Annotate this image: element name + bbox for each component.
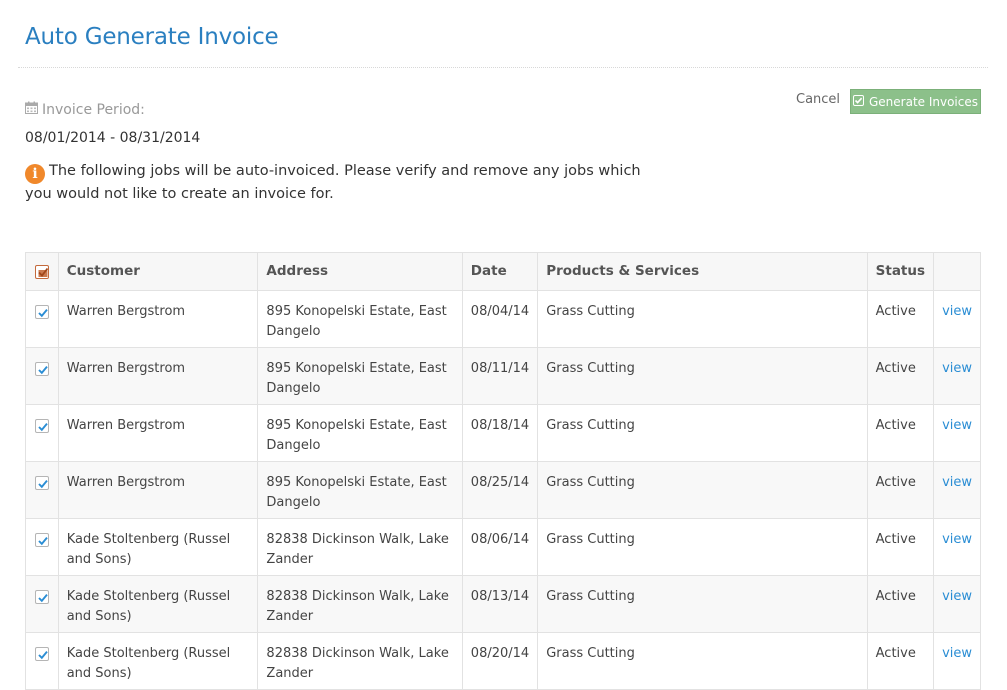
cell-date: 08/18/14 <box>461 404 539 462</box>
row-checkbox[interactable] <box>35 647 49 661</box>
auto-invoice-notice: i The following jobs will be auto-invoice… <box>25 161 665 205</box>
generate-invoices-button[interactable]: Generate Invoices <box>850 89 981 114</box>
column-header-products[interactable]: Products & Services <box>537 252 868 291</box>
check-square-icon <box>852 94 869 109</box>
cell-address: 895 Konopelski Estate, East Dangelo <box>257 404 463 462</box>
cell-actions: view <box>933 461 981 519</box>
row-checkbox-cell <box>25 575 59 633</box>
table-row: Kade Stoltenberg (Russel and Sons) 82838… <box>25 518 981 576</box>
invoice-period-value: 08/01/2014 - 08/31/2014 <box>25 130 201 146</box>
row-checkbox[interactable] <box>35 533 49 547</box>
cell-date: 08/04/14 <box>461 290 539 348</box>
cell-address: 895 Konopelski Estate, East Dangelo <box>257 347 463 405</box>
cell-products: Grass Cutting <box>537 290 868 348</box>
column-header-customer[interactable]: Customer <box>57 252 259 291</box>
view-link[interactable]: view <box>942 589 972 604</box>
column-header-status[interactable]: Status <box>866 252 935 291</box>
table-row: Warren Bergstrom 895 Konopelski Estate, … <box>25 404 981 462</box>
cell-customer: Warren Bergstrom <box>57 404 259 462</box>
cell-status: Active <box>866 575 935 633</box>
row-checkbox[interactable] <box>35 419 49 433</box>
cell-date: 08/13/14 <box>461 575 539 633</box>
cell-actions: view <box>933 575 981 633</box>
calendar-icon <box>25 101 38 118</box>
cell-status: Active <box>866 461 935 519</box>
cell-actions: view <box>933 290 981 348</box>
table-row: Warren Bergstrom 895 Konopelski Estate, … <box>25 461 981 519</box>
column-header-date[interactable]: Date <box>461 252 539 291</box>
row-checkbox-cell <box>25 632 59 690</box>
cell-status: Active <box>866 404 935 462</box>
invoice-period-label-text: Invoice Period: <box>42 101 145 118</box>
page-title: Auto Generate Invoice <box>25 24 279 50</box>
cell-customer: Warren Bergstrom <box>57 347 259 405</box>
cell-date: 08/06/14 <box>461 518 539 576</box>
row-checkbox-cell <box>25 347 59 405</box>
table-row: Warren Bergstrom 895 Konopelski Estate, … <box>25 290 981 348</box>
row-checkbox-cell <box>25 518 59 576</box>
cell-customer: Warren Bergstrom <box>57 290 259 348</box>
jobs-table: Customer Address Date Products & Service… <box>25 252 981 690</box>
cell-customer: Warren Bergstrom <box>57 461 259 519</box>
cell-address: 895 Konopelski Estate, East Dangelo <box>257 461 463 519</box>
select-all-cell <box>25 252 59 291</box>
table-row: Kade Stoltenberg (Russel and Sons) 82838… <box>25 575 981 633</box>
cell-date: 08/20/14 <box>461 632 539 690</box>
view-link[interactable]: view <box>942 646 972 661</box>
table-header-row: Customer Address Date Products & Service… <box>25 252 981 291</box>
table-row: Warren Bergstrom 895 Konopelski Estate, … <box>25 347 981 405</box>
cell-status: Active <box>866 632 935 690</box>
cell-customer: Kade Stoltenberg (Russel and Sons) <box>57 575 259 633</box>
cell-customer: Kade Stoltenberg (Russel and Sons) <box>57 632 259 690</box>
cell-status: Active <box>866 290 935 348</box>
cell-address: 82838 Dickinson Walk, Lake Zander <box>257 632 463 690</box>
cell-actions: view <box>933 632 981 690</box>
row-checkbox-cell <box>25 290 59 348</box>
cell-products: Grass Cutting <box>537 347 868 405</box>
select-all-checkbox[interactable] <box>35 265 49 279</box>
cell-products: Grass Cutting <box>537 518 868 576</box>
cell-actions: view <box>933 518 981 576</box>
row-checkbox[interactable] <box>35 305 49 319</box>
cell-status: Active <box>866 347 935 405</box>
row-checkbox[interactable] <box>35 590 49 604</box>
row-checkbox[interactable] <box>35 362 49 376</box>
info-icon: i <box>25 164 45 184</box>
cell-date: 08/25/14 <box>461 461 539 519</box>
view-link[interactable]: view <box>942 532 972 547</box>
notice-text: The following jobs will be auto-invoiced… <box>25 163 641 202</box>
row-checkbox-cell <box>25 404 59 462</box>
invoice-period-label: Invoice Period: <box>25 101 145 118</box>
view-link[interactable]: view <box>942 304 972 319</box>
view-link[interactable]: view <box>942 418 972 433</box>
cancel-button[interactable]: Cancel <box>790 92 846 107</box>
cell-actions: view <box>933 404 981 462</box>
cell-products: Grass Cutting <box>537 575 868 633</box>
view-link[interactable]: view <box>942 361 972 376</box>
cell-address: 82838 Dickinson Walk, Lake Zander <box>257 518 463 576</box>
generate-invoices-label: Generate Invoices <box>868 94 978 109</box>
view-link[interactable]: view <box>942 475 972 490</box>
cell-date: 08/11/14 <box>461 347 539 405</box>
cell-products: Grass Cutting <box>537 404 868 462</box>
cell-products: Grass Cutting <box>537 461 868 519</box>
row-checkbox-cell <box>25 461 59 519</box>
cell-address: 895 Konopelski Estate, East Dangelo <box>257 290 463 348</box>
title-divider <box>18 67 988 68</box>
cell-status: Active <box>866 518 935 576</box>
cell-address: 82838 Dickinson Walk, Lake Zander <box>257 575 463 633</box>
column-header-address[interactable]: Address <box>257 252 463 291</box>
row-checkbox[interactable] <box>35 476 49 490</box>
cell-customer: Kade Stoltenberg (Russel and Sons) <box>57 518 259 576</box>
cell-actions: view <box>933 347 981 405</box>
table-row: Kade Stoltenberg (Russel and Sons) 82838… <box>25 632 981 690</box>
column-header-actions <box>933 252 981 291</box>
cell-products: Grass Cutting <box>537 632 868 690</box>
